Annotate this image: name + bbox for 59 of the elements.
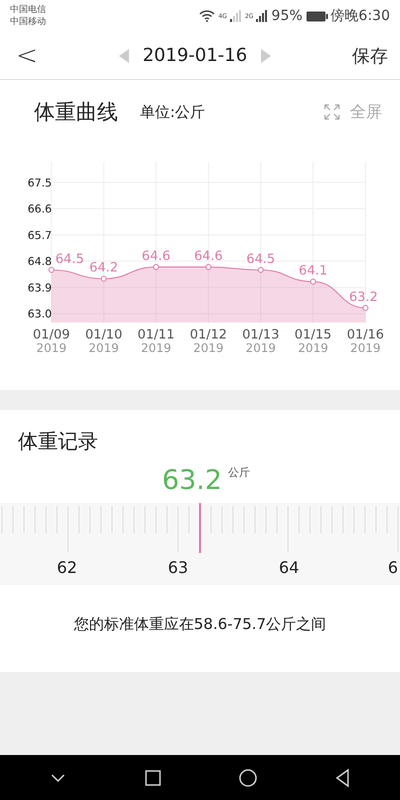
axis-label: 2019 — [298, 341, 328, 356]
axis-label: 67.5 — [28, 176, 52, 190]
axis-label: 2019 — [140, 341, 172, 356]
axis-label: 01/13 — [242, 327, 280, 342]
axis-label: 63.0 — [28, 308, 52, 321]
wifi-icon — [199, 10, 216, 22]
save-button[interactable]: 保存 — [352, 44, 388, 68]
battery-icon — [306, 10, 328, 22]
axis-label: 01/15 — [294, 327, 332, 342]
value-label: 64.1 — [298, 264, 328, 279]
data-point — [362, 304, 368, 311]
ruler-label: 63 — [168, 558, 188, 577]
axis-label: 2019 — [88, 341, 119, 356]
unit-label: 单位:公斤 — [140, 102, 206, 122]
back-button[interactable]: < — [16, 40, 38, 70]
carrier-name: 中国移动 — [10, 16, 46, 28]
value-label: 63.2 — [349, 290, 378, 305]
axis-label: 2019 — [246, 341, 276, 356]
carrier-name: 中国电信 — [10, 4, 46, 16]
axis-label: 2019 — [36, 341, 67, 356]
axis-label: 01/16 — [346, 327, 384, 342]
section-title: 体重曲线 — [34, 99, 118, 126]
signal-icon — [230, 10, 242, 22]
ruler-label: 62 — [56, 558, 78, 577]
weight-ruler[interactable]: 62 63 64 6 — [0, 502, 400, 586]
axis-label: 01/10 — [85, 327, 122, 342]
ruler-label: 64 — [278, 558, 300, 577]
signal-icon — [256, 10, 268, 22]
axis-label: 65.7 — [28, 228, 52, 242]
value-label: 64.5 — [55, 252, 84, 267]
value-label: 64.6 — [194, 249, 223, 264]
axis-label: 63.9 — [28, 281, 52, 294]
ruler-label: 6 — [388, 558, 398, 577]
expand-icon — [324, 104, 340, 120]
battery-percent: 95% — [271, 8, 303, 24]
axis-label: 2019 — [350, 341, 381, 356]
value-label: 64.5 — [246, 252, 276, 267]
date-label: 2019-01-16 — [142, 45, 248, 66]
axis-label: 01/09 — [32, 327, 70, 342]
standard-weight-note: 您的标准体重应在58.6-75.7公斤之间 — [72, 614, 328, 636]
weight-value: 63.2 — [162, 465, 222, 496]
clock: 傍晚6:30 — [330, 7, 390, 25]
data-point — [205, 264, 212, 270]
unit-label: 公斤 — [228, 465, 250, 480]
data-point — [100, 276, 107, 282]
data-point — [310, 278, 316, 285]
home-icon[interactable] — [238, 768, 258, 788]
recents-icon[interactable] — [142, 768, 162, 788]
axis-label: 01/11 — [138, 327, 175, 342]
section-title: 体重记录 — [17, 428, 99, 455]
value-label: 64.6 — [142, 249, 170, 264]
axis-label: 64.8 — [28, 255, 52, 268]
data-point — [153, 264, 160, 270]
axis-label: 66.6 — [28, 202, 52, 216]
data-point — [258, 266, 264, 273]
axis-label: 2019 — [193, 341, 224, 356]
data-point — [48, 266, 54, 273]
axis-label: 01/12 — [190, 327, 227, 342]
value-label: 64.2 — [89, 260, 118, 276]
